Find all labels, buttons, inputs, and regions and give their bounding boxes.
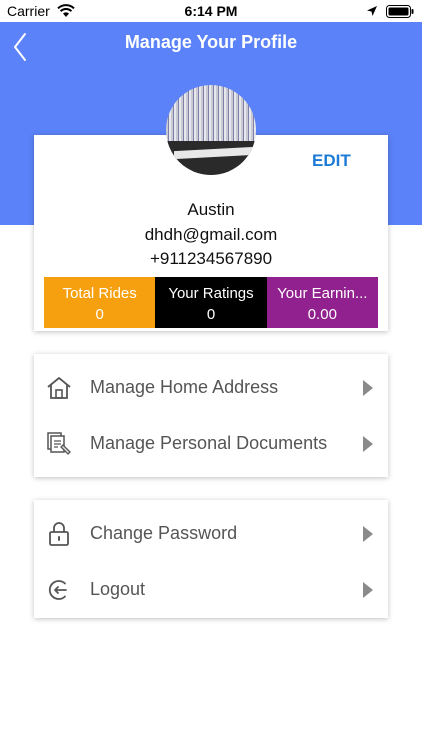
logout-icon [48,580,67,600]
profile-phone: +911234567890 [149,249,273,268]
menu-card-secondary: Change Password Logout [34,500,388,618]
menu-item-logout[interactable]: Logout [34,565,388,615]
battery-icon [386,5,414,18]
menu-label: Logout [90,579,146,599]
menu-item-home-address[interactable]: Manage Home Address [34,363,388,413]
stat-label: Your Ratings [168,285,254,302]
menu-card-primary: Manage Home Address Manage Personal Docu… [34,354,388,477]
avatar[interactable] [166,85,256,175]
menu-item-personal-documents[interactable]: Manage Personal Documents [34,419,388,469]
chevron-right-icon [363,526,373,542]
chevron-right-icon [363,436,373,452]
location-arrow-icon [367,6,377,16]
stat-total-rides[interactable]: Total Rides 0 [44,277,156,328]
stat-label: Total Rides [62,285,137,302]
home-icon [47,377,71,399]
profile-name: Austin [187,200,235,219]
stat-value: 0.00 [307,306,337,323]
status-bar: Carrier 6:14 PM [0,0,422,22]
stat-value: 0 [95,306,104,323]
lock-icon [49,522,69,546]
page-title: Manage Your Profile [124,32,298,52]
status-time: 6:14 PM [184,3,238,19]
stat-value: 0 [206,306,216,323]
menu-label: Manage Home Address [90,377,279,397]
stat-your-ratings[interactable]: Your Ratings 0 [155,277,267,328]
edit-profile-button[interactable]: EDIT [312,151,351,171]
menu-label: Manage Personal Documents [90,433,328,453]
menu-item-change-password[interactable]: Change Password [34,509,388,559]
chevron-right-icon [363,582,373,598]
documents-icon [47,432,71,455]
stat-your-earnings[interactable]: Your Earnin... 0.00 [266,277,378,328]
menu-label: Change Password [90,523,238,543]
chevron-right-icon [363,380,373,396]
stats-row: Total Rides 0 Your Ratings 0 Your Earnin… [44,277,378,328]
profile-email: dhdh@gmail.com [144,225,278,244]
stat-label: Your Earnin... [277,285,368,302]
